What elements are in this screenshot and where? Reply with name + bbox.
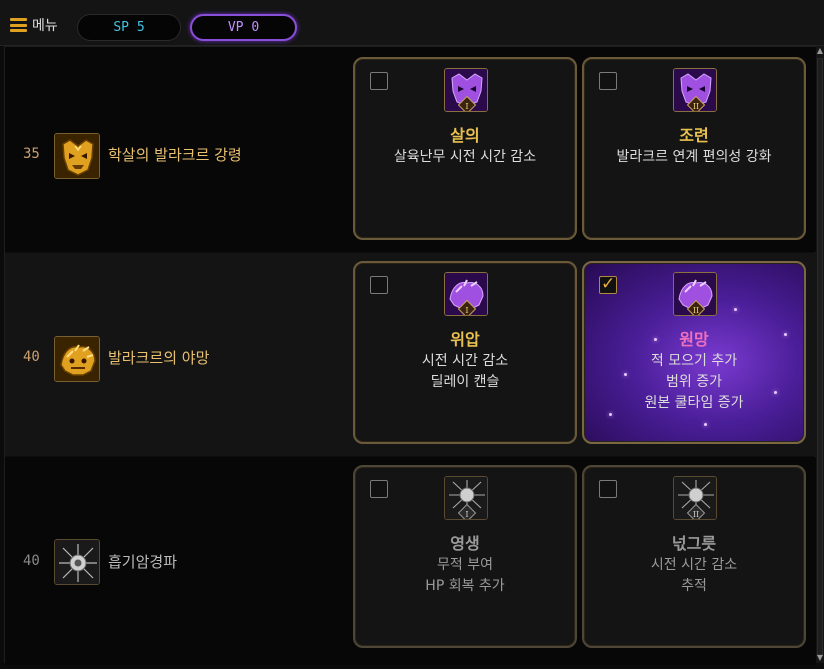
option-checkbox[interactable] — [370, 72, 388, 90]
skill-level: 40 — [23, 553, 40, 569]
dark-burst-tier1-icon: I — [444, 476, 488, 520]
option-description: 시전 시간 감소 추적 — [650, 557, 738, 594]
option-title: 살의 — [450, 126, 480, 145]
svg-text:I: I — [465, 510, 468, 519]
svg-text:I: I — [465, 306, 468, 315]
option-title: 넋그릇 — [671, 534, 717, 553]
option-card-selected[interactable]: II 원망 적 모으기 추가 범위 증가 원본 쿨타임 증가 — [582, 261, 806, 444]
option-checkbox-checked[interactable] — [599, 274, 617, 294]
option-title: 영생 — [450, 534, 480, 553]
demon-mask-tier2-icon: II — [673, 68, 717, 112]
option-title: 원망 — [679, 330, 709, 349]
option-title: 위압 — [450, 330, 480, 349]
menu-button[interactable]: 메뉴 — [10, 14, 58, 36]
option-checkbox[interactable] — [370, 276, 388, 294]
option-description: 살육난무 시전 시간 감소 — [393, 149, 537, 165]
demon-beast-tier2-icon: II — [673, 272, 717, 316]
option-card[interactable]: II 넋그릇 시전 시간 감소 추적 — [582, 465, 806, 648]
option-checkbox[interactable] — [370, 480, 388, 498]
skill-level: 35 — [23, 146, 40, 162]
skill-name: 발라크르의 야망 — [108, 349, 210, 367]
demon-beast-tier1-icon: I — [444, 272, 488, 316]
vp-counter: VP 0 — [190, 14, 297, 41]
skill-name: 흡기암경파 — [108, 553, 178, 571]
option-card[interactable]: II 조련 발라크르 연계 편의성 강화 — [582, 57, 806, 240]
scroll-up-arrow-icon[interactable]: ▲ — [816, 46, 824, 56]
demon-mask-icon[interactable] — [54, 133, 100, 179]
dark-burst-icon[interactable] — [54, 539, 100, 585]
option-description: 적 모으기 추가 범위 증가 원본 쿨타임 증가 — [644, 353, 744, 411]
svg-text:II: II — [693, 102, 699, 111]
demon-beast-icon[interactable] — [54, 336, 100, 382]
option-card[interactable]: I 영생 무적 부여 HP 회복 추가 — [353, 465, 577, 648]
option-checkbox[interactable] — [599, 480, 617, 498]
scrollbar[interactable]: ▲ ▼ — [816, 46, 824, 663]
option-title: 조련 — [679, 126, 709, 145]
top-bar: 메뉴 SP 5 VP 0 — [0, 0, 824, 46]
hamburger-menu-icon — [10, 18, 27, 32]
svg-text:II: II — [693, 306, 699, 315]
scroll-down-arrow-icon[interactable]: ▼ — [816, 653, 824, 663]
skill-name: 학살의 발라크르 강령 — [108, 146, 242, 164]
skill-level: 40 — [23, 349, 40, 365]
option-description: 시전 시간 감소 딜레이 캔슬 — [421, 353, 509, 390]
demon-mask-tier1-icon: I — [444, 68, 488, 112]
option-card[interactable]: I 살의 살육난무 시전 시간 감소 — [353, 57, 577, 240]
svg-text:I: I — [465, 102, 468, 111]
menu-label: 메뉴 — [32, 18, 58, 34]
dark-burst-tier2-icon: II — [673, 476, 717, 520]
scroll-thumb[interactable] — [817, 58, 823, 656]
option-checkbox[interactable] — [599, 72, 617, 90]
option-description: 발라크르 연계 편의성 강화 — [616, 149, 772, 165]
sp-counter: SP 5 — [77, 14, 181, 41]
option-card[interactable]: I 위압 시전 시간 감소 딜레이 캔슬 — [353, 261, 577, 444]
option-description: 무적 부여 HP 회복 추가 — [425, 557, 505, 594]
svg-text:II: II — [693, 510, 699, 519]
